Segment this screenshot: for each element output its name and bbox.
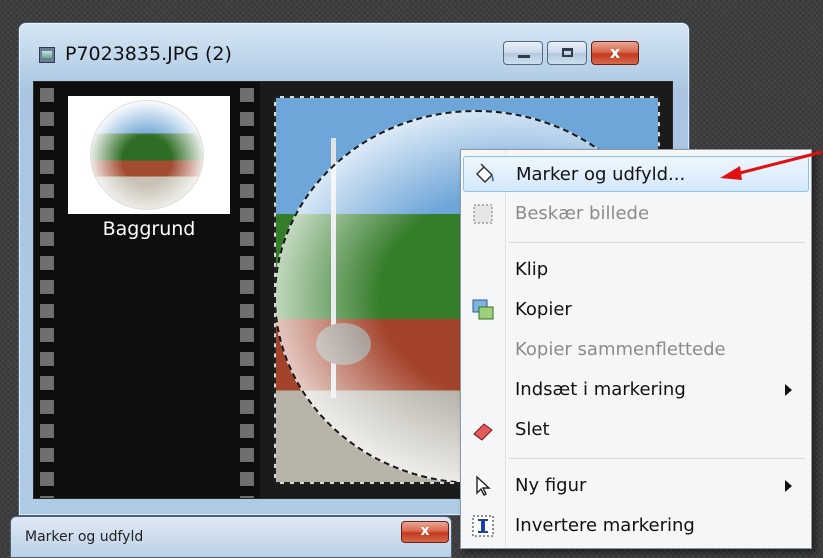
layer-thumbnail-image [90, 100, 204, 210]
close-button[interactable]: x [591, 41, 639, 65]
maximize-button[interactable] [547, 41, 587, 65]
menu-item-label: Beskær billede [515, 203, 650, 224]
menu-item-kopier[interactable]: Kopier [463, 292, 809, 328]
menu-item-label: Indsæt i markering [515, 379, 686, 400]
invert-selection-icon [472, 515, 494, 537]
filmstrip-perforation-right [240, 88, 254, 498]
menu-item-label: Kopier sammenflettede [515, 339, 726, 360]
layer-label: Baggrund [102, 218, 196, 240]
menu-item-label: Ny figur [515, 475, 587, 496]
menu-item-label: Marker og udfyld... [516, 164, 686, 185]
context-menu: Marker og udfyld... Beskær billede Klip … [460, 149, 812, 549]
eraser-icon [473, 423, 493, 441]
menu-item-indsaet-i-markering[interactable]: Indsæt i markering [463, 372, 809, 408]
menu-item-label: Klip [515, 259, 549, 280]
menu-item-klip[interactable]: Klip [463, 252, 809, 288]
minimize-button[interactable] [503, 41, 543, 65]
menu-item-label: Kopier [515, 299, 572, 320]
menu-separator [509, 242, 805, 243]
window-title: P7023835.JPG (2) [65, 43, 232, 65]
filmstrip-perforation-left [40, 88, 54, 498]
minimize-icon [518, 55, 530, 58]
menu-item-slet[interactable]: Slet [463, 412, 809, 448]
submenu-arrow-icon [785, 480, 792, 492]
paint-bucket-icon [475, 163, 494, 184]
menu-separator [509, 458, 805, 459]
menu-item-kopier-sammenflettede[interactable]: Kopier sammenflettede [463, 332, 809, 368]
fill-dialog-title: Marker og udfyld [25, 529, 144, 545]
fill-dialog-window: Marker og udfyld x [10, 516, 452, 558]
menu-item-label: Invertere markering [515, 515, 695, 536]
submenu-arrow-icon [785, 384, 792, 396]
crop-icon [473, 204, 493, 224]
menu-item-ny-figur[interactable]: Ny figur [463, 468, 809, 504]
menu-item-beskaer-billede[interactable]: Beskær billede [463, 196, 809, 232]
close-icon: x [609, 43, 621, 62]
layers-filmstrip: Baggrund [34, 82, 260, 498]
maximize-icon [562, 48, 573, 57]
fill-dialog-close-button[interactable]: x [401, 521, 449, 543]
copy-icon [472, 299, 494, 320]
menu-item-invertere-markering[interactable]: Invertere markering [463, 508, 809, 544]
annotation-arrow-icon [720, 150, 823, 180]
menu-item-label: Slet [515, 419, 550, 440]
layer-thumbnail[interactable] [68, 96, 230, 214]
image-file-icon [39, 47, 55, 63]
pointer-icon [476, 475, 491, 496]
